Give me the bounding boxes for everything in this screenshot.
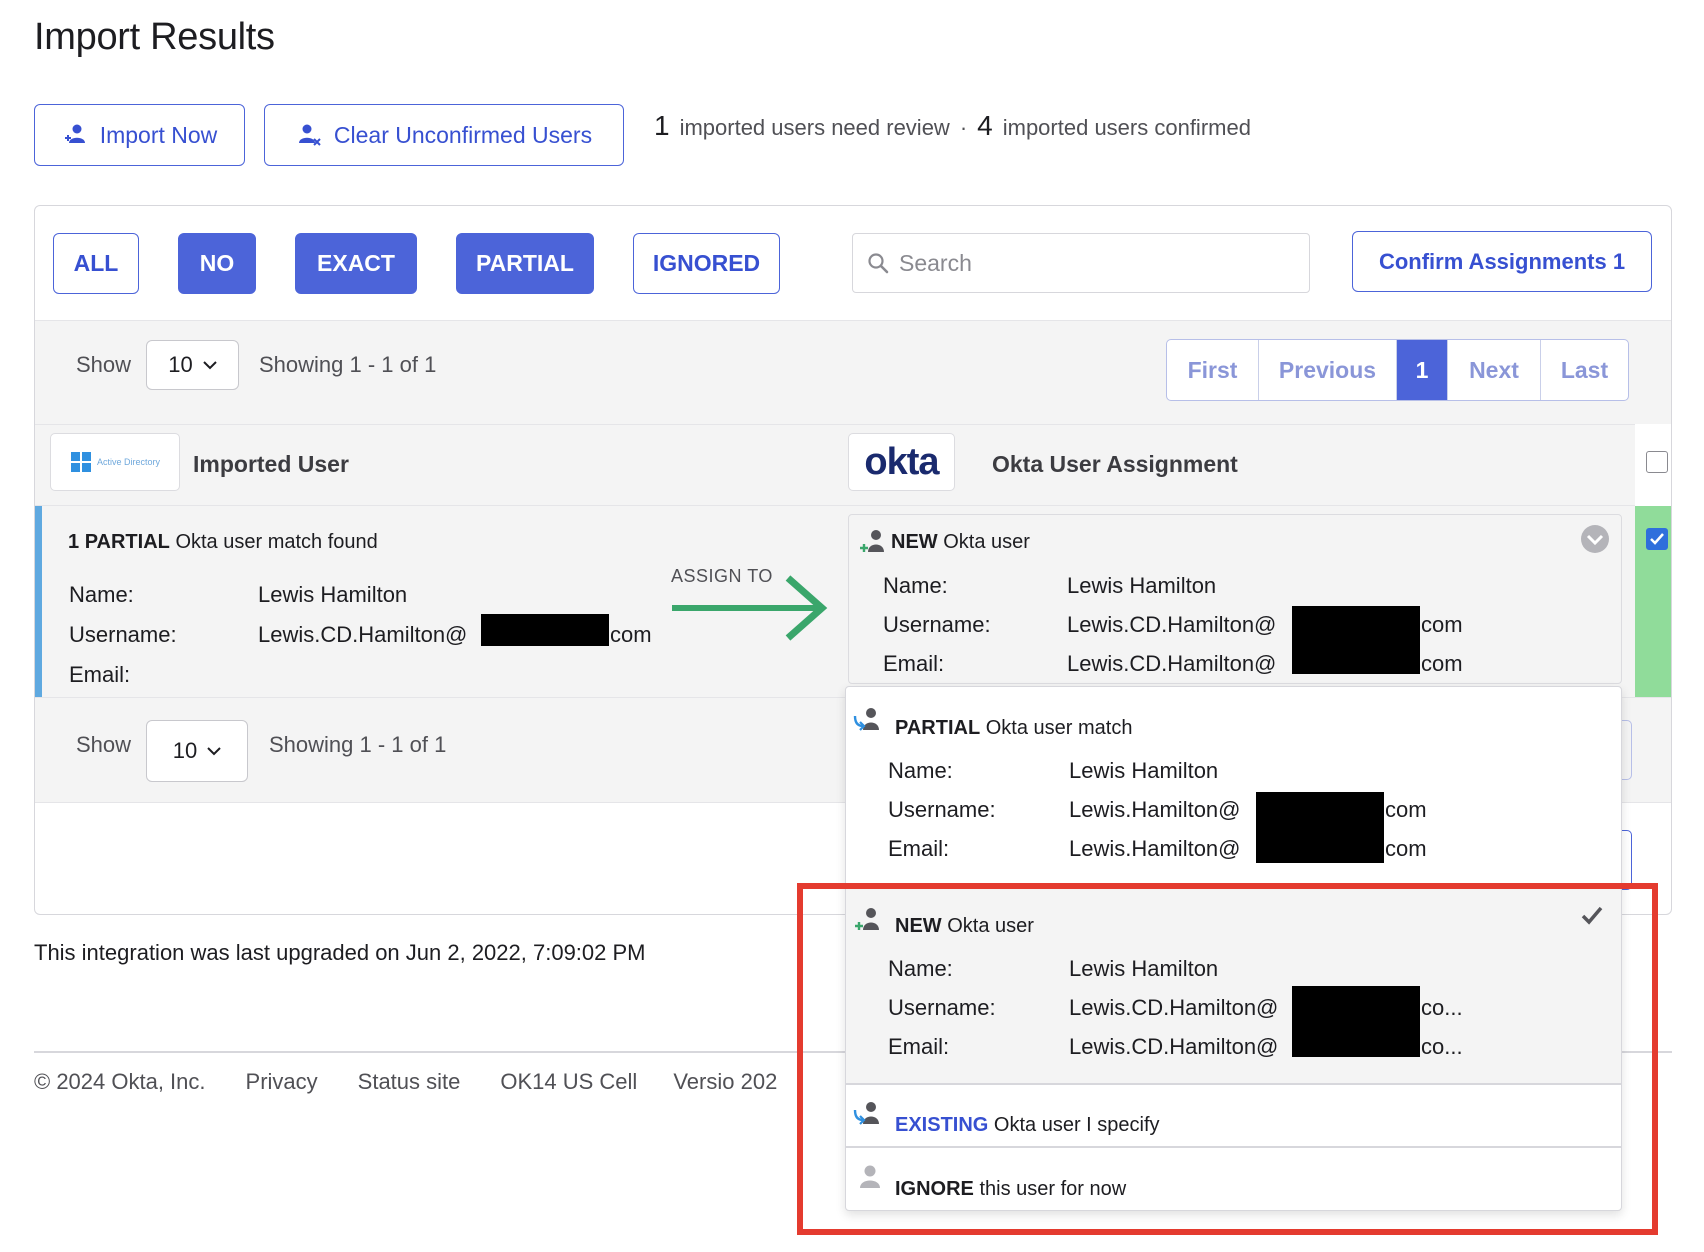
filter-exact[interactable]: EXACT xyxy=(295,233,417,294)
version-number: 202 xyxy=(740,1069,778,1094)
page-current[interactable]: 1 xyxy=(1397,340,1448,400)
footer-links: © 2024 Okta, Inc. Privacy Status site OK… xyxy=(34,1069,777,1095)
page-size-value: 10 xyxy=(168,352,193,377)
match-user-icon xyxy=(853,708,879,731)
import-now-label: Import Now xyxy=(99,121,218,148)
search-icon xyxy=(868,253,889,274)
partial-username-label: Username: xyxy=(888,797,996,822)
showing-count: Showing 1 - 1 of 1 xyxy=(269,732,447,757)
review-count: 1 xyxy=(654,110,670,141)
show-label: Show xyxy=(76,352,132,377)
partial-kind-text: Okta user match xyxy=(985,717,1133,739)
selected-card-title: NEW Okta user xyxy=(891,531,1030,554)
pagination: First Previous 1 Next Last xyxy=(1166,339,1629,401)
clear-unconfirmed-users-button[interactable]: Clear Unconfirmed Users xyxy=(264,104,624,166)
row-email-label: Email: xyxy=(69,662,131,687)
highlight-box xyxy=(797,883,1658,1235)
search-placeholder: Search xyxy=(899,249,972,276)
selected-email-prefix: Lewis.CD.Hamilton@ xyxy=(1067,651,1277,676)
chevron-down-circle-icon[interactable] xyxy=(1580,524,1610,554)
checkmark-icon xyxy=(1650,533,1664,545)
page-first[interactable]: First xyxy=(1167,340,1259,400)
match-summary: 1 PARTIAL Okta user match found xyxy=(68,531,378,554)
redaction xyxy=(1292,606,1420,674)
row-name-value: Lewis Hamilton xyxy=(258,582,408,607)
partial-option-title: PARTIAL Okta user match xyxy=(895,717,1132,740)
import-now-button[interactable]: Import Now xyxy=(34,104,245,166)
clear-unconfirmed-label: Clear Unconfirmed Users xyxy=(333,121,593,148)
partial-username-prefix: Lewis.Hamilton@ xyxy=(1069,797,1241,822)
match-count: 1 xyxy=(68,531,80,553)
privacy-link[interactable]: Privacy xyxy=(246,1069,318,1095)
selected-kind: NEW xyxy=(891,531,938,553)
filter-ignored[interactable]: IGNORED xyxy=(633,233,780,294)
page-previous[interactable]: Previous xyxy=(1259,340,1397,400)
row-name-label: Name: xyxy=(69,582,134,607)
page-size-select[interactable]: 10 xyxy=(146,720,248,782)
partial-email-prefix: Lewis.Hamilton@ xyxy=(1069,836,1241,861)
showing-count: Showing 1 - 1 of 1 xyxy=(259,352,437,377)
selected-name-value: Lewis Hamilton xyxy=(1067,573,1217,598)
select-all-checkbox[interactable] xyxy=(1646,451,1668,473)
selected-username-suffix: com xyxy=(1421,612,1463,637)
page-last[interactable]: Last xyxy=(1541,340,1628,400)
chevron-down-icon xyxy=(203,361,217,370)
page-next[interactable]: Next xyxy=(1448,340,1541,400)
search-input[interactable]: Search xyxy=(852,233,1310,293)
filter-partial[interactable]: PARTIAL xyxy=(456,233,594,294)
match-type: PARTIAL xyxy=(84,531,170,553)
confirmed-count: 4 xyxy=(977,110,993,141)
okta-logo-text: okta xyxy=(864,440,939,483)
confirm-assignments-button[interactable]: Confirm Assignments 1 xyxy=(1352,231,1652,292)
partial-name-value: Lewis Hamilton xyxy=(1069,758,1219,783)
redaction xyxy=(1256,792,1384,863)
okta-assignment-header: Okta User Assignment xyxy=(992,451,1238,477)
selected-username-label: Username: xyxy=(883,612,991,637)
filter-no[interactable]: NO xyxy=(178,233,256,294)
active-directory-logo: Active Directory xyxy=(50,433,180,491)
user-import-icon xyxy=(64,124,85,143)
selected-email-label: Email: xyxy=(883,651,945,676)
partial-username-suffix: com xyxy=(1385,797,1427,822)
version-text: Versio xyxy=(673,1069,735,1094)
page-size-value: 10 xyxy=(172,738,198,763)
version-label: Versio 202 xyxy=(673,1069,777,1095)
active-directory-logo-text: Active Directory xyxy=(96,457,160,467)
review-text: imported users need review xyxy=(679,115,950,140)
okta-logo: okta xyxy=(848,433,955,491)
show-label: Show xyxy=(76,732,132,757)
partial-kind: PARTIAL xyxy=(895,717,981,739)
cell-label: OK14 US Cell xyxy=(500,1069,638,1094)
user-remove-icon xyxy=(298,124,321,146)
upgrade-info: This integration was last upgraded on Ju… xyxy=(34,940,646,965)
selected-name-label: Name: xyxy=(883,573,948,598)
windows-icon xyxy=(70,452,91,472)
status-site-link[interactable]: Status site xyxy=(358,1069,461,1095)
import-summary: 1 imported users need review · 4 importe… xyxy=(654,110,1251,142)
partial-name-label: Name: xyxy=(888,758,953,783)
page-size-select[interactable]: 10 xyxy=(146,340,239,390)
redaction xyxy=(481,614,609,646)
chevron-down-icon xyxy=(207,747,221,756)
assign-arrow-icon xyxy=(672,575,828,641)
page-title: Import Results xyxy=(34,16,275,58)
imported-user-header: Imported User xyxy=(193,451,349,477)
selected-kind-text: Okta user xyxy=(943,531,1030,553)
new-user-icon xyxy=(860,530,884,552)
row-username-label: Username: xyxy=(69,622,177,647)
selected-username-prefix: Lewis.CD.Hamilton@ xyxy=(1067,612,1277,637)
confirmed-text: imported users confirmed xyxy=(1002,115,1251,140)
copyright: © 2024 Okta, Inc. xyxy=(34,1069,206,1094)
partial-email-suffix: com xyxy=(1385,836,1427,861)
selected-email-suffix: com xyxy=(1421,651,1463,676)
match-text: Okta user match found xyxy=(175,531,378,553)
partial-email-label: Email: xyxy=(888,836,950,861)
summary-separator: · xyxy=(959,115,968,140)
row-username-prefix: Lewis.CD.Hamilton@ xyxy=(258,622,468,647)
filter-all[interactable]: ALL xyxy=(53,233,139,294)
row-checkbox[interactable] xyxy=(1646,528,1668,550)
row-username-suffix: com xyxy=(610,622,652,647)
